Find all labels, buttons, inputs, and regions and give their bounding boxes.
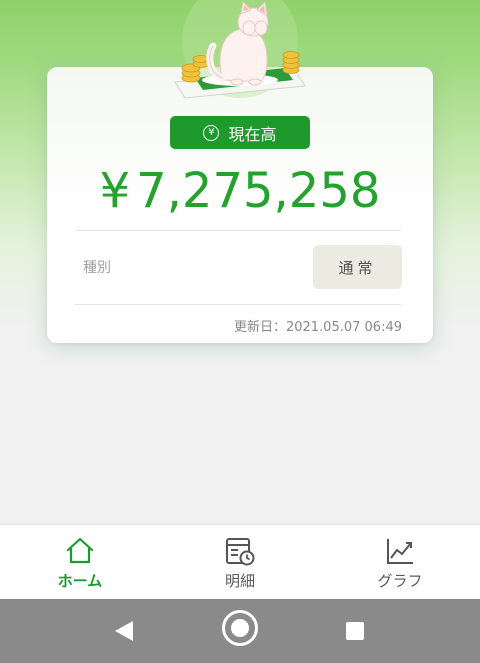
- system-navigation-bar: [0, 599, 480, 663]
- home-circle-icon[interactable]: [221, 609, 259, 647]
- yen-circle-icon: ¥: [203, 124, 220, 141]
- divider: [75, 304, 401, 305]
- nav-statement-label: 明細: [224, 572, 255, 590]
- balance-badge: ¥ 現在高: [170, 116, 310, 149]
- nav-graph-label: グラフ: [377, 572, 423, 590]
- balance-card: ¥ 現在高 ¥7,275,258 種別 通常 更新日：2021.05.07 06…: [47, 67, 433, 343]
- currency-symbol: ¥: [99, 163, 131, 219]
- updated-timestamp: 更新日：2021.05.07 06:49: [233, 320, 402, 335]
- statement-icon: [226, 538, 255, 566]
- bottom-navigation: ホーム 明細 グラフ: [0, 524, 480, 599]
- balance-badge-label: 現在高: [228, 124, 277, 144]
- divider: [75, 230, 401, 231]
- nav-graph[interactable]: グラフ: [320, 525, 480, 599]
- nav-home[interactable]: ホーム: [0, 525, 160, 599]
- nav-home-label: ホーム: [57, 572, 103, 590]
- home-icon: [66, 537, 94, 564]
- nav-statement[interactable]: 明細: [160, 525, 320, 599]
- balance-amount: ¥7,275,258: [47, 163, 433, 219]
- balance-value: 7,275,258: [136, 163, 381, 219]
- cat-mascot-illustration: [174, 0, 306, 99]
- chart-icon: [387, 539, 413, 564]
- account-type-value: 通常: [313, 245, 402, 289]
- back-icon[interactable]: [113, 619, 135, 643]
- recents-icon[interactable]: [345, 621, 365, 641]
- account-type-label: 種別: [83, 260, 111, 276]
